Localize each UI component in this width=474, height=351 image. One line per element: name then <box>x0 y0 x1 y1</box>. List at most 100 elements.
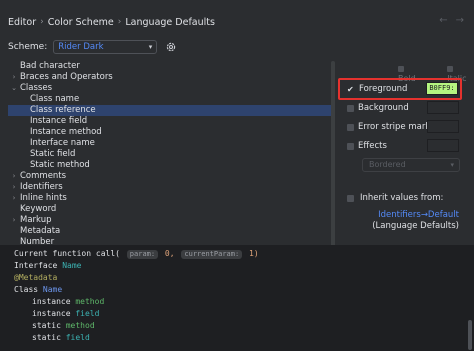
code-keyword: Class <box>14 285 39 294</box>
chevron-right-icon[interactable]: › <box>10 72 18 83</box>
code-keyword: static <box>32 333 61 342</box>
tree-item[interactable]: Class name <box>8 94 334 105</box>
tree-item-label: Class name <box>30 94 80 104</box>
background-checkbox[interactable] <box>347 104 354 112</box>
tree-item-label: Identifiers <box>20 182 63 192</box>
tree-item-label: Static field <box>30 149 76 159</box>
effects-style-value: Bordered <box>369 160 406 169</box>
scheme-label: Scheme: <box>8 42 48 52</box>
tree-item[interactable]: ⌄ Classes <box>8 83 334 94</box>
code-class-name: Name <box>42 285 63 294</box>
tree-item-label: Instance method <box>30 127 102 137</box>
code-line: static field <box>32 332 90 344</box>
error-stripe-option[interactable]: Error stripe mark <box>347 120 430 134</box>
tree-item-label: Number <box>20 237 55 245</box>
effects-option[interactable]: Effects <box>347 139 387 153</box>
code-interface-name: Name <box>62 261 82 270</box>
code-line: instance field <box>32 308 99 320</box>
tree-item-label: Class reference <box>30 105 96 115</box>
inherit-source-label: (Language Defaults) <box>372 221 459 231</box>
tree-item-label: Classes <box>20 83 53 93</box>
effects-checkbox[interactable] <box>347 142 354 150</box>
tree-item[interactable]: Metadata <box>8 226 334 237</box>
tree-item[interactable]: Interface name <box>8 138 334 149</box>
tree-item[interactable]: › Braces and Operators <box>8 72 334 83</box>
chevron-down-icon[interactable]: ⌄ <box>10 83 18 94</box>
tree-item[interactable]: › Markup <box>8 215 334 226</box>
code-metadata: @Metadata <box>14 273 58 282</box>
code-number: 1) <box>249 249 259 258</box>
error-stripe-checkbox[interactable] <box>347 123 354 131</box>
chevron-right-icon[interactable]: › <box>10 193 18 204</box>
chevron-right-icon[interactable]: › <box>10 182 18 193</box>
tree-item-label: Metadata <box>20 226 61 236</box>
effects-style-dropdown[interactable]: Bordered ▾ <box>362 158 460 172</box>
tree-item[interactable]: Static field <box>8 149 334 160</box>
tree-item[interactable]: Class reference <box>8 105 334 116</box>
error-stripe-color-swatch[interactable] <box>427 120 459 133</box>
background-color-swatch[interactable] <box>427 101 459 114</box>
bold-checkbox[interactable] <box>398 66 404 72</box>
checkmark-icon[interactable]: ✔ <box>347 85 355 94</box>
parameter-hint: param: <box>126 250 159 259</box>
tree-item[interactable]: Bad character <box>8 61 334 72</box>
scheme-dropdown[interactable]: Rider Dark ▾ <box>53 40 158 54</box>
tree-item[interactable]: Keyword <box>8 204 334 215</box>
tree-item-label: Interface name <box>30 138 95 148</box>
gear-icon[interactable] <box>165 41 177 53</box>
tree-item[interactable]: Static method <box>8 160 334 171</box>
effects-label: Effects <box>358 141 387 151</box>
tree-item-label: Inline hints <box>20 193 67 203</box>
chevron-right-icon: › <box>40 17 44 27</box>
chevron-down-icon: ▾ <box>450 161 454 169</box>
code-text: Current function call( <box>14 249 120 258</box>
inherit-label: Inherit values from: <box>360 193 444 203</box>
chevron-right-icon: › <box>117 17 122 27</box>
code-static-method: method <box>65 321 95 330</box>
code-preview[interactable]: Current function call( param: 0, current… <box>0 245 474 351</box>
code-scrollbar[interactable] <box>468 320 472 350</box>
code-keyword: instance <box>32 297 71 306</box>
inherit-checkbox[interactable] <box>347 194 354 202</box>
tree-item-label: Static method <box>30 160 90 170</box>
chevron-right-icon[interactable]: › <box>10 171 18 182</box>
foreground-color-swatch[interactable]: B0FF9: <box>426 82 458 95</box>
tree-item[interactable]: Instance method <box>8 127 334 138</box>
breadcrumb: Editor › Color Scheme › Language Default… <box>8 15 215 29</box>
scheme-value: Rider Dark <box>58 42 104 52</box>
tree-item[interactable]: Instance field <box>8 116 334 127</box>
italic-checkbox[interactable] <box>447 66 454 72</box>
tree-item-label: Markup <box>20 215 52 225</box>
tree-item[interactable]: › Inline hints <box>8 193 334 204</box>
foreground-label: Foreground <box>359 84 408 94</box>
effects-color-swatch[interactable] <box>427 139 459 152</box>
tree-item[interactable]: › Identifiers <box>8 182 334 193</box>
chevron-right-icon[interactable]: › <box>10 215 18 226</box>
scheme-row: Scheme: Rider Dark ▾ <box>8 39 177 55</box>
background-option[interactable]: Background <box>347 101 409 115</box>
breadcrumb-item-editor[interactable]: Editor <box>8 17 36 28</box>
history-navigation: ← → <box>439 15 464 26</box>
tree-item-label: Keyword <box>20 204 57 214</box>
code-instance-method: method <box>75 297 105 306</box>
tree-scrollbar[interactable] <box>331 61 335 247</box>
background-label: Background <box>358 103 409 113</box>
inherit-link[interactable]: Identifiers→Default <box>378 210 459 220</box>
attribute-tree[interactable]: Bad character › Braces and Operators ⌄ Class… <box>8 61 334 245</box>
code-line: @Metadata <box>14 272 57 284</box>
error-stripe-label: Error stripe mark <box>358 122 431 132</box>
breadcrumb-item-color-scheme[interactable]: Color Scheme <box>48 17 114 28</box>
inherit-option[interactable]: Inherit values from: <box>347 193 443 203</box>
code-number: 0, <box>164 249 175 258</box>
code-line: instance method <box>32 296 104 308</box>
foreground-option[interactable]: ✔ Foreground <box>347 82 407 96</box>
code-line: Class Name <box>14 284 62 296</box>
tree-item[interactable]: Number <box>8 237 334 245</box>
tree-item[interactable]: › Comments <box>8 171 334 182</box>
code-line: Current function call( param: 0, current… <box>14 248 259 260</box>
code-static-field: field <box>65 333 90 342</box>
tree-item-label: Instance field <box>30 116 88 126</box>
back-arrow-icon[interactable]: ← <box>439 15 447 26</box>
tree-item-label: Braces and Operators <box>20 72 113 82</box>
forward-arrow-icon[interactable]: → <box>456 15 464 26</box>
